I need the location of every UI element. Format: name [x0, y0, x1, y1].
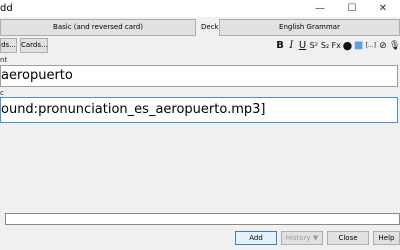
back-field-label: c [0, 89, 4, 97]
deck-button[interactable]: English Grammar [219, 19, 400, 36]
fields-button[interactable]: ds... [0, 38, 17, 53]
front-field[interactable]: aeropuerto [0, 65, 398, 87]
record-audio-icon[interactable]: 🎙 [389, 40, 400, 52]
history-button[interactable]: History ▼ [281, 231, 323, 245]
cards-button[interactable]: Cards... [20, 38, 48, 53]
highlight-color-icon[interactable]: ■ [354, 40, 364, 52]
close-icon[interactable]: ✕ [368, 0, 398, 17]
front-field-label: nt [0, 56, 8, 64]
bold-icon[interactable]: B [275, 40, 285, 52]
title-bar: dd — ☐ ✕ [0, 0, 400, 17]
superscript-icon[interactable]: S² [309, 40, 319, 52]
subscript-icon[interactable]: S₂ [320, 40, 330, 52]
help-button[interactable]: Help [373, 231, 400, 245]
text-color-icon[interactable]: ● [342, 40, 353, 52]
clear-format-icon[interactable]: Fx [331, 40, 341, 52]
add-button[interactable]: Add [235, 231, 277, 245]
window-title: dd [0, 3, 13, 14]
attach-icon[interactable]: ⊘ [378, 40, 388, 52]
tags-input[interactable] [5, 213, 400, 225]
back-field[interactable]: ound:pronunciation_es_aeropuerto.mp3] [0, 97, 398, 123]
deck-label: Deck [201, 23, 219, 31]
italic-icon[interactable]: I [286, 40, 296, 52]
maximize-icon[interactable]: ☐ [337, 0, 367, 17]
notetype-button[interactable]: Basic (and reversed card) [0, 19, 196, 36]
format-tools: B I U S² S₂ Fx ● ■ [...] ⊘ 🎙 [275, 39, 400, 53]
notetype-deck-row: Basic (and reversed card) Deck English G… [0, 19, 400, 36]
close-button[interactable]: Close [327, 231, 369, 245]
cloze-icon[interactable]: [...] [365, 40, 377, 52]
minimize-icon[interactable]: — [305, 0, 335, 17]
underline-icon[interactable]: U [297, 40, 307, 52]
